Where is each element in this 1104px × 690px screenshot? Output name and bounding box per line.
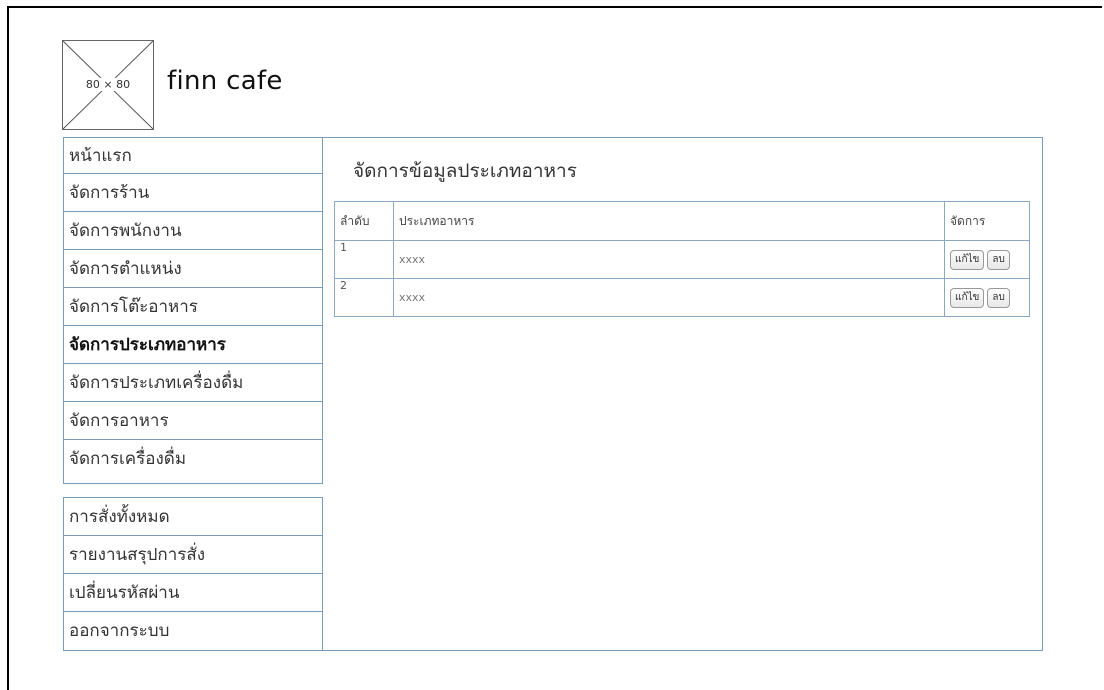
row-index: 1	[334, 240, 394, 279]
app-name: finn cafe	[167, 66, 283, 96]
sidebar-secondary-menu: การสั่งทั้งหมด รายงานสรุปการสั่ง เปลี่ยน…	[63, 497, 323, 651]
row-index: 2	[334, 278, 394, 317]
food-type-table: ลำดับ ประเภทอาหาร จัดการ 1 xxxx แก้ไข ลบ …	[334, 201, 1030, 317]
main-content-panel: จัดการข้อมูลประเภทอาหาร ลำดับ ประเภทอาหา…	[323, 137, 1043, 651]
sidebar-item-manage-shop[interactable]: จัดการร้าน	[64, 174, 322, 212]
table-row: 1 xxxx แก้ไข ลบ	[334, 240, 1030, 279]
table-row: 2 xxxx แก้ไข ลบ	[334, 278, 1030, 317]
edit-button[interactable]: แก้ไข	[950, 249, 985, 270]
sidebar-item-manage-staff[interactable]: จัดการพนักงาน	[64, 212, 322, 250]
sidebar-item-manage-drinks[interactable]: จัดการเครื่องดื่ม	[64, 440, 322, 478]
sidebar-item-order-report[interactable]: รายงานสรุปการสั่ง	[64, 536, 322, 574]
sidebar-item-all-orders[interactable]: การสั่งทั้งหมด	[64, 498, 322, 536]
column-header-food-type: ประเภทอาหาร	[392, 201, 946, 241]
page-title: จัดการข้อมูลประเภทอาหาร	[353, 160, 577, 182]
delete-button[interactable]: ลบ	[987, 287, 1010, 308]
row-food-type: xxxx	[392, 278, 946, 317]
sidebar-item-home[interactable]: หน้าแรก	[64, 138, 322, 174]
logo-placeholder: 80 × 80	[62, 40, 154, 130]
sidebar-item-manage-positions[interactable]: จัดการตำแหน่ง	[64, 250, 322, 288]
sidebar-item-change-password[interactable]: เปลี่ยนรหัสผ่าน	[64, 574, 322, 612]
sidebar-item-manage-food[interactable]: จัดการอาหาร	[64, 402, 322, 440]
table-header-row: ลำดับ ประเภทอาหาร จัดการ	[334, 201, 1030, 241]
column-header-actions: จัดการ	[944, 201, 1030, 241]
sidebar-item-manage-drink-types[interactable]: จัดการประเภทเครื่องดื่ม	[64, 364, 322, 402]
sidebar-item-manage-food-types[interactable]: จัดการประเภทอาหาร	[64, 326, 322, 364]
row-food-type: xxxx	[392, 240, 946, 279]
sidebar-item-logout[interactable]: ออกจากระบบ	[64, 612, 322, 650]
logo-size-label: 80 × 80	[84, 78, 132, 91]
edit-button[interactable]: แก้ไข	[950, 287, 985, 308]
row-actions: แก้ไข ลบ	[944, 278, 1030, 317]
delete-button[interactable]: ลบ	[987, 249, 1010, 270]
column-header-index: ลำดับ	[334, 201, 394, 241]
row-actions: แก้ไข ลบ	[944, 240, 1030, 279]
sidebar-primary-menu: หน้าแรก จัดการร้าน จัดการพนักงาน จัดการต…	[63, 137, 323, 484]
sidebar-item-manage-tables[interactable]: จัดการโต๊ะอาหาร	[64, 288, 322, 326]
